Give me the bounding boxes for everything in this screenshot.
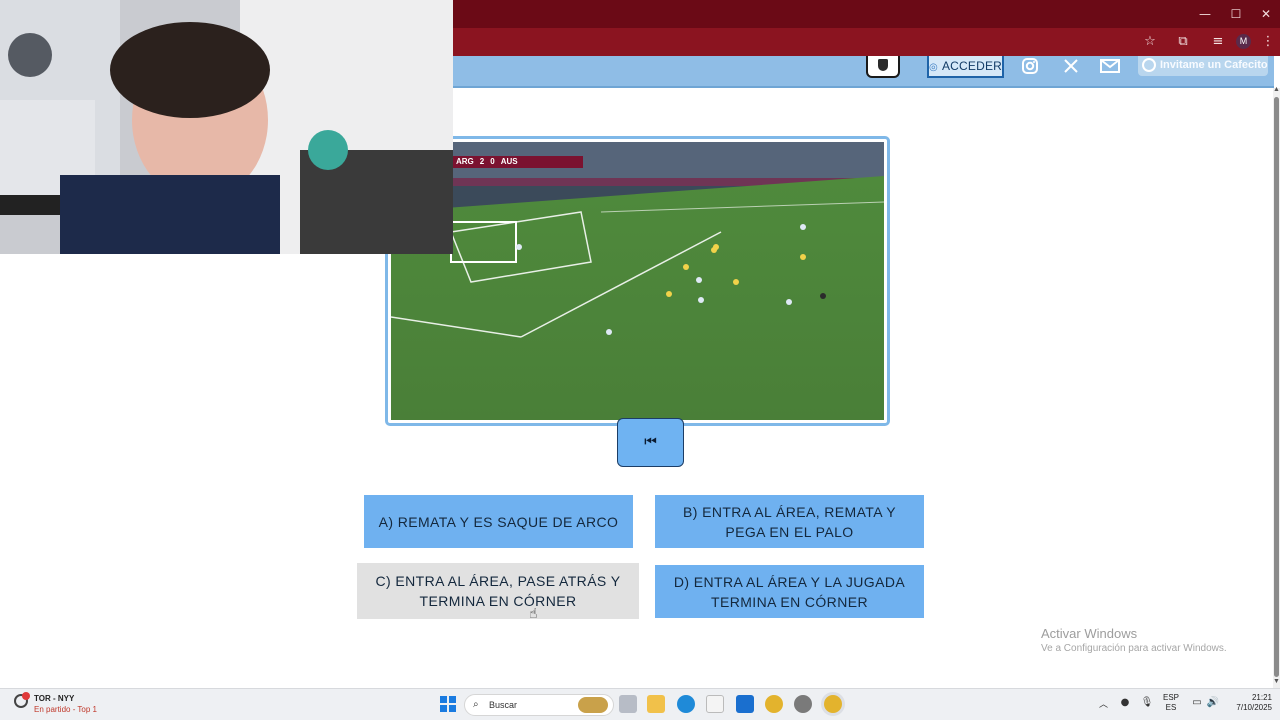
app-tray-icon[interactable]: ●	[1118, 696, 1132, 710]
away-goals: 0	[490, 157, 495, 166]
extensions-icon[interactable]: ⧉	[1174, 33, 1192, 51]
chrome-icon[interactable]	[765, 695, 783, 713]
widget-title[interactable]: TOR - NYY	[34, 694, 74, 703]
away-team: AUS	[500, 157, 518, 166]
scroll-down-arrow-icon[interactable]: ▼	[1273, 678, 1280, 686]
browser-menu-icon[interactable]: ⋮	[1259, 33, 1277, 51]
windows-taskbar	[0, 688, 1280, 720]
answer-option-b[interactable]: B) ENTRA AL ÁREA, REMATA Y PEGA EN EL PA…	[655, 495, 924, 548]
minimize-icon[interactable]: —	[1190, 4, 1220, 24]
edge-icon[interactable]	[677, 695, 695, 713]
language-indicator[interactable]: ESP ES	[1163, 693, 1179, 713]
windows-start-icon[interactable]	[440, 696, 456, 712]
profile-avatar[interactable]: M	[1236, 34, 1251, 49]
store-icon[interactable]	[706, 695, 724, 713]
answer-option-a[interactable]: A) REMATA Y ES SAQUE DE ARCO	[364, 495, 633, 548]
task-view-icon[interactable]	[619, 695, 637, 713]
x-twitter-icon[interactable]	[1060, 56, 1082, 76]
network-icon[interactable]: ▭	[1190, 696, 1204, 710]
maximize-icon[interactable]: ☐	[1221, 4, 1251, 24]
clock-date: 7/10/2025	[1236, 703, 1272, 712]
media-control-icon[interactable]: ≡	[1209, 33, 1227, 51]
clock-time: 21:21	[1251, 693, 1272, 702]
webcam-overlay	[0, 0, 453, 254]
instagram-icon[interactable]	[1019, 56, 1041, 76]
club-logo-icon[interactable]	[866, 56, 900, 78]
cafecito-button[interactable]: Invitame un Cafecito	[1138, 56, 1268, 76]
scroll-up-arrow-icon[interactable]: ▲	[1273, 86, 1280, 94]
match-video[interactable]	[391, 142, 884, 420]
acceder-button[interactable]: ◎ ACCEDER	[927, 56, 1004, 78]
answer-option-d[interactable]: D) ENTRA AL ÁREA Y LA JUGADA TERMINA EN …	[655, 565, 924, 618]
close-window-icon[interactable]: ✕	[1251, 4, 1280, 24]
outlook-icon[interactable]	[736, 695, 754, 713]
microphone-icon[interactable]: 🎙	[1140, 696, 1154, 710]
lang-bottom: ES	[1165, 703, 1177, 712]
search-highlight-icon[interactable]	[578, 697, 608, 713]
chrome-active-icon[interactable]	[824, 695, 842, 713]
search-label: Buscar	[489, 700, 518, 710]
cafecito-icon	[1142, 58, 1156, 72]
search-icon: ⌕	[473, 699, 479, 710]
file-explorer-icon[interactable]	[647, 695, 665, 713]
tray-overflow-icon[interactable]: ︿	[1099, 697, 1108, 710]
widget-subtitle[interactable]: En partido - Top 1	[34, 705, 97, 714]
mail-icon[interactable]	[1099, 56, 1121, 76]
cafecito-label: Invitame un Cafecito	[1160, 59, 1268, 71]
windows-activation-title: Activar Windows	[1041, 626, 1138, 641]
volume-icon[interactable]: 🔊	[1206, 696, 1220, 710]
system-clock[interactable]: 21:21 7/10/2025	[1222, 693, 1272, 713]
scrollbar-thumb[interactable]	[1274, 97, 1279, 677]
settings-app-icon[interactable]	[794, 695, 812, 713]
google-icon: ◎	[929, 62, 938, 73]
notification-badge	[22, 692, 30, 700]
windows-activation-subtitle: Ve a Configuración para activar Windows.	[1041, 643, 1227, 654]
answer-option-c[interactable]: C) ENTRA AL ÁREA, PASE ATRÁS Y TERMINA E…	[357, 563, 639, 619]
home-team: ARG	[456, 157, 474, 166]
score-overlay: ARG 2 0 AUS	[453, 156, 583, 168]
bookmark-star-icon[interactable]: ☆	[1141, 33, 1159, 51]
acceder-label: ACCEDER	[941, 59, 1003, 73]
restart-video-button[interactable]: ⏮	[617, 418, 684, 467]
home-goals: 2	[479, 157, 485, 166]
hand-cursor-icon: ☝	[529, 606, 538, 622]
lang-top: ESP	[1163, 693, 1180, 702]
